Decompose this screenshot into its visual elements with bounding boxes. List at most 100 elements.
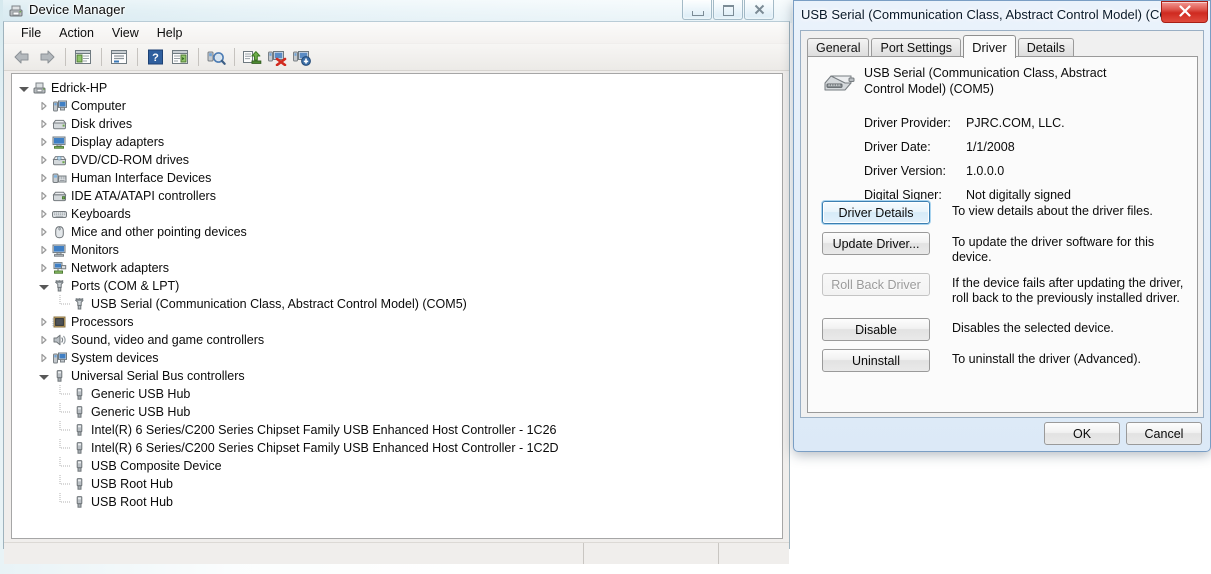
tree-node[interactable]: System devices	[12, 349, 782, 367]
tree-node-label: USB Root Hub	[91, 495, 173, 509]
ide-icon	[50, 188, 68, 204]
expander-closed-icon[interactable]	[38, 169, 50, 187]
roll-back-driver-button: Roll Back Driver	[822, 273, 930, 296]
cancel-button[interactable]: Cancel	[1126, 422, 1202, 445]
device-header: USB Serial (Communication Class, Abstrac…	[820, 65, 1114, 99]
minimize-button[interactable]	[682, 0, 712, 20]
menu-file[interactable]: File	[12, 24, 50, 42]
tree-node-label: Intel(R) 6 Series/C200 Series Chipset Fa…	[91, 441, 559, 455]
expander-open-icon[interactable]	[18, 79, 30, 97]
mouse-icon	[50, 224, 68, 240]
tab-port-settings[interactable]: Port Settings	[871, 38, 962, 57]
tree-node[interactable]: Intel(R) 6 Series/C200 Series Chipset Fa…	[12, 439, 782, 457]
tree-node[interactable]: Mice and other pointing devices	[12, 223, 782, 241]
console-tree-icon	[75, 50, 91, 64]
tree-connector	[58, 295, 70, 313]
tree-node[interactable]: Ports (COM & LPT)	[12, 277, 782, 295]
tree-node-label: Human Interface Devices	[71, 171, 212, 185]
uninstall-button[interactable]: Uninstall	[822, 349, 930, 372]
tree-node[interactable]: Sound, video and game controllers	[12, 331, 782, 349]
tree-node[interactable]: Display adapters	[12, 133, 782, 151]
usb-icon	[70, 404, 88, 420]
tree-node[interactable]: IDE ATA/ATAPI controllers	[12, 187, 782, 205]
toolbar-separator	[234, 48, 235, 66]
property-value: 1.0.0.0	[966, 164, 1005, 178]
tree-node-label: Universal Serial Bus controllers	[71, 369, 245, 383]
tree-node[interactable]: Keyboards	[12, 205, 782, 223]
maximize-button[interactable]	[713, 0, 743, 20]
expander-closed-icon[interactable]	[38, 97, 50, 115]
tree-node[interactable]: Computer	[12, 97, 782, 115]
help-button[interactable]: ?	[143, 46, 167, 69]
toolbar: ?	[4, 44, 789, 71]
menu-view[interactable]: View	[103, 24, 148, 42]
driver-details-button[interactable]: Driver Details	[822, 201, 930, 224]
back-button[interactable]	[10, 46, 34, 69]
tree-node[interactable]: Generic USB Hub	[12, 385, 782, 403]
menu-help[interactable]: Help	[148, 24, 192, 42]
expander-closed-icon[interactable]	[38, 331, 50, 349]
show-hide-console-tree-button[interactable]	[71, 46, 95, 69]
expander-closed-icon[interactable]	[38, 115, 50, 133]
show-action-pane-button[interactable]	[168, 46, 192, 69]
tree-node[interactable]: DVD/CD-ROM drives	[12, 151, 782, 169]
expander-closed-icon[interactable]	[38, 151, 50, 169]
expander-closed-icon[interactable]	[38, 133, 50, 151]
expander-closed-icon[interactable]	[38, 241, 50, 259]
tree-node[interactable]: USB Serial (Communication Class, Abstrac…	[12, 295, 782, 313]
tree-node[interactable]: USB Root Hub	[12, 493, 782, 511]
tree-node[interactable]: Edrick-HP	[12, 79, 782, 97]
device-tree[interactable]: Edrick-HP Computer Disk drives Display adap…	[11, 73, 783, 539]
device-tree-body: Edrick-HP Computer Disk drives Display adap…	[12, 74, 782, 511]
display-icon	[50, 134, 68, 150]
tree-connector	[58, 403, 70, 421]
toolbar-separator	[198, 48, 199, 66]
tree-node[interactable]: Human Interface Devices	[12, 169, 782, 187]
tree-node[interactable]: Generic USB Hub	[12, 403, 782, 421]
forward-button[interactable]	[35, 46, 59, 69]
uninstall-device-button[interactable]	[265, 46, 289, 69]
close-button[interactable]	[744, 0, 774, 20]
scan-for-hardware-changes-button[interactable]	[204, 46, 228, 69]
tree-node[interactable]: USB Composite Device	[12, 457, 782, 475]
expander-closed-icon[interactable]	[38, 223, 50, 241]
tree-node[interactable]: Disk drives	[12, 115, 782, 133]
close-icon	[1178, 4, 1192, 20]
tree-node-label: Mice and other pointing devices	[71, 225, 247, 239]
device-manager-titlebar: Device Manager	[3, 0, 792, 23]
tree-connector	[58, 457, 70, 475]
update-driver-icon	[243, 50, 262, 64]
disable-device-button[interactable]	[290, 46, 314, 69]
network-icon	[50, 260, 68, 276]
tree-node[interactable]: Universal Serial Bus controllers	[12, 367, 782, 385]
expander-closed-icon[interactable]	[38, 313, 50, 331]
menu-action[interactable]: Action	[50, 24, 103, 42]
tree-node[interactable]: Network adapters	[12, 259, 782, 277]
tab-driver[interactable]: Driver	[963, 35, 1016, 58]
system-icon	[50, 350, 68, 366]
expander-open-icon[interactable]	[38, 277, 50, 295]
tree-node[interactable]: Monitors	[12, 241, 782, 259]
tab-details[interactable]: Details	[1017, 38, 1074, 57]
tree-node-label: USB Serial (Communication Class, Abstrac…	[91, 297, 467, 311]
usb-icon	[70, 422, 88, 438]
expander-closed-icon[interactable]	[38, 205, 50, 223]
property-row: Driver Date: 1/1/2008	[864, 135, 1071, 159]
expander-closed-icon[interactable]	[38, 187, 50, 205]
tree-node[interactable]: USB Root Hub	[12, 475, 782, 493]
properties-button[interactable]	[107, 46, 131, 69]
update-driver-software-button[interactable]	[240, 46, 264, 69]
serial-port-device-icon	[820, 65, 856, 99]
update-driver-button[interactable]: Update Driver...	[822, 232, 930, 255]
expander-open-icon[interactable]	[38, 367, 50, 385]
tree-node[interactable]: Processors	[12, 313, 782, 331]
expander-closed-icon[interactable]	[38, 349, 50, 367]
expander-closed-icon[interactable]	[38, 259, 50, 277]
tree-node[interactable]: Intel(R) 6 Series/C200 Series Chipset Fa…	[12, 421, 782, 439]
dialog-close-button[interactable]	[1161, 1, 1208, 23]
disk-icon	[50, 116, 68, 132]
tab-general[interactable]: General	[807, 38, 870, 57]
action-row: Uninstall To uninstall the driver (Advanc…	[822, 349, 1192, 372]
ok-button[interactable]: OK	[1044, 422, 1120, 445]
disable-button[interactable]: Disable	[822, 318, 930, 341]
